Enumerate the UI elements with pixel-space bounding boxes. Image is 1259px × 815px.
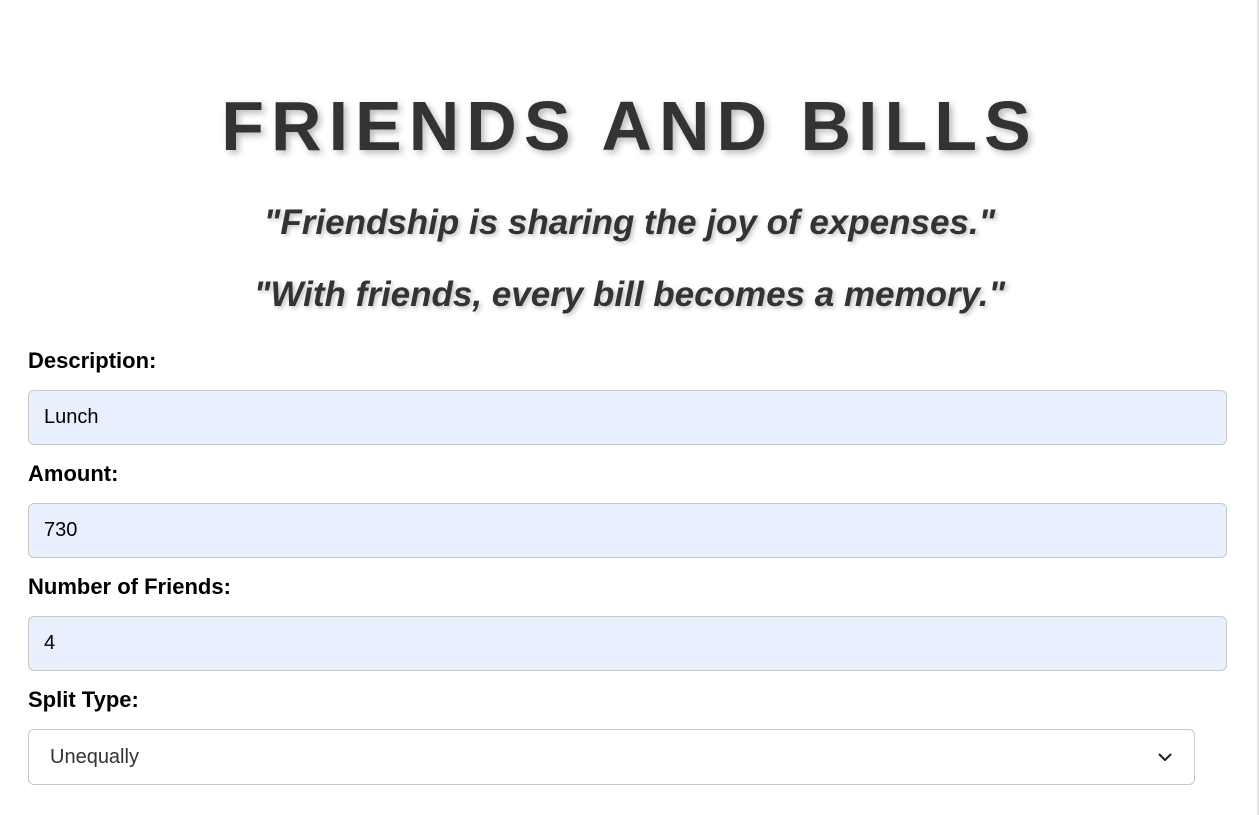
quote-memory: "With friends, every bill becomes a memo… [253, 275, 1006, 314]
split-type-selected-value: Unequally [50, 745, 139, 768]
split-type-select[interactable]: Unequally [28, 729, 1195, 785]
friends-count-input[interactable] [28, 616, 1227, 671]
friends-count-label: Number of Friends: [28, 574, 231, 599]
description-input[interactable] [28, 390, 1227, 445]
chevron-down-icon [1157, 749, 1173, 765]
quote-friendship: "Friendship is sharing the joy of expens… [263, 203, 996, 242]
amount-label: Amount: [28, 461, 119, 486]
split-type-label: Split Type: [28, 687, 139, 712]
page-title: FRIENDS AND BILLS [221, 87, 1038, 165]
description-label: Description: [28, 348, 157, 373]
page: FRIENDS AND BILLS "Friendship is sharing… [0, 0, 1259, 815]
amount-input[interactable] [28, 503, 1227, 558]
